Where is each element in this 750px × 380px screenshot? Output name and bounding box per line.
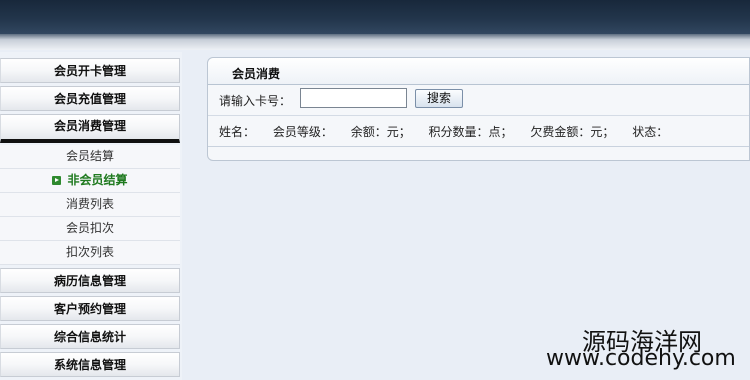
member-info-row: 姓名： 会员等级： 余额：元； 积分数量：点； 欠费金额：元； 状态：	[219, 123, 682, 140]
card-number-input[interactable]	[300, 88, 407, 108]
sidebar-item-deduct-list[interactable]: 扣次列表	[0, 241, 180, 265]
divider	[208, 115, 749, 116]
top-strip	[0, 34, 750, 50]
menu-appointments[interactable]: 客户预约管理	[0, 296, 180, 321]
watermark-url: www.codehy.com	[546, 346, 736, 371]
arrears-label: 欠费金额：元；	[530, 125, 615, 139]
status-label: 状态：	[632, 125, 669, 139]
divider	[208, 146, 749, 147]
sidebar-item-member-deduct[interactable]: 会员扣次	[0, 217, 180, 241]
menu-statistics[interactable]: 综合信息统计	[0, 324, 180, 349]
sidebar-item-nonmember-checkout[interactable]: 非会员结算	[0, 169, 180, 193]
menu-system[interactable]: 系统信息管理	[0, 352, 180, 377]
top-banner	[0, 0, 750, 34]
balance-label: 余额：元；	[350, 125, 411, 139]
panel-title: 会员消费	[232, 67, 281, 81]
level-label: 会员等级：	[272, 125, 333, 139]
name-label: 姓名：	[219, 125, 256, 139]
points-label: 积分数量：点；	[428, 125, 513, 139]
sidebar-item-member-checkout[interactable]: 会员结算	[0, 145, 180, 169]
panel-header: 会员消费	[208, 58, 749, 85]
search-button[interactable]: 搜索	[415, 89, 463, 108]
sidebar: 会员开卡管理 会员充值管理 会员消费管理 会员结算 非会员结算 消费列表 会员扣…	[0, 52, 182, 380]
arrow-right-icon	[52, 176, 62, 185]
member-consumption-panel: 会员消费 请输入卡号： 搜索 姓名： 会员等级： 余额：元； 积分数量：点； 欠…	[207, 57, 750, 161]
menu-medical-records[interactable]: 病历信息管理	[0, 268, 180, 293]
menu-consumption[interactable]: 会员消费管理	[0, 114, 180, 143]
card-number-label: 请输入卡号：	[219, 94, 292, 108]
menu-card-opening[interactable]: 会员开卡管理	[0, 58, 180, 83]
menu-recharge[interactable]: 会员充值管理	[0, 86, 180, 111]
sidebar-item-consumption-list[interactable]: 消费列表	[0, 193, 180, 217]
sidebar-item-label: 非会员结算	[67, 173, 128, 187]
